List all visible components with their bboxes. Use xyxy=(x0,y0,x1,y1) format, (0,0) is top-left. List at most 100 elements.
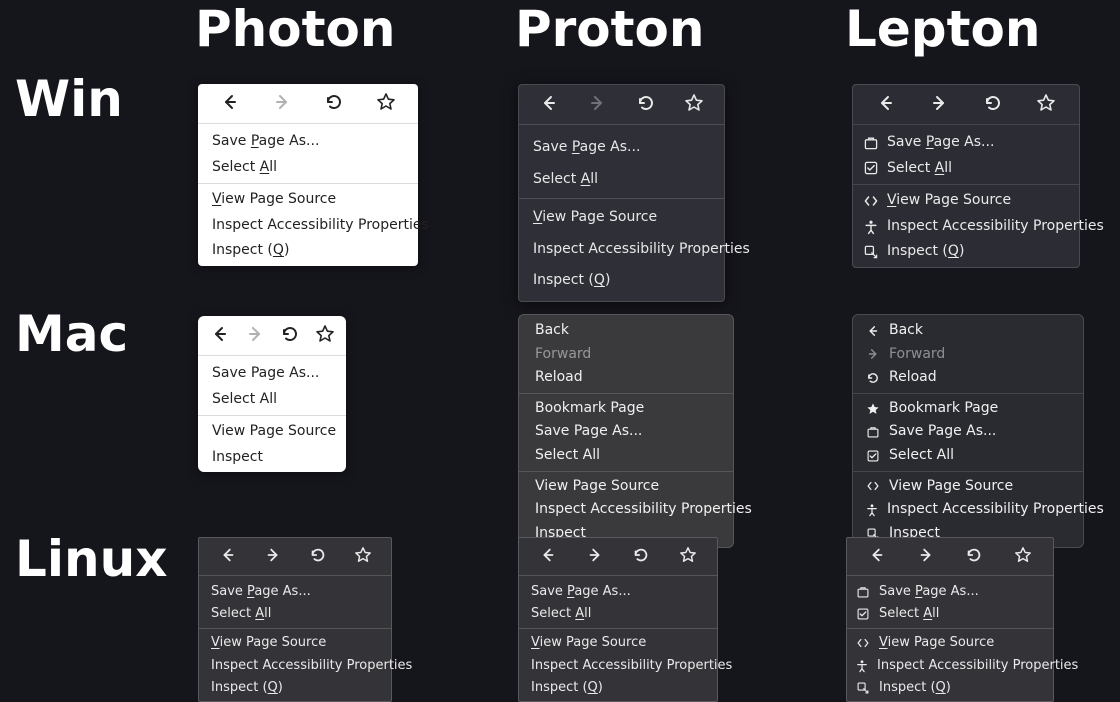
forward-icon[interactable] xyxy=(572,541,619,569)
menu-item-select-all[interactable]: Select All xyxy=(853,444,1083,468)
bookmark-icon[interactable] xyxy=(999,541,1048,569)
menu-item-select-all[interactable]: Select All xyxy=(847,603,1053,625)
back-icon[interactable] xyxy=(525,541,572,569)
menu-item-inspect-a11y[interactable]: Inspect Accessibility Properties xyxy=(519,234,724,266)
reload-icon[interactable] xyxy=(272,320,307,348)
forward-icon[interactable] xyxy=(913,89,967,117)
menu-item-view-source[interactable]: View Page Source xyxy=(519,202,724,234)
menu-item-view-source[interactable]: View Page Source xyxy=(199,632,391,654)
reload-icon[interactable] xyxy=(308,88,360,116)
menu-item-reload[interactable]: Reload xyxy=(519,366,733,390)
back-icon[interactable] xyxy=(202,320,237,348)
menu-item-save-page-as[interactable]: Save Page As... xyxy=(847,581,1053,603)
menu-item-label: Save Page As... xyxy=(889,422,996,442)
menu-item-label: Inspect Accessibility Properties xyxy=(212,216,429,236)
menu-photon-linux: Save Page As... Select All View Page Sou… xyxy=(198,537,392,702)
menu-item-save-page-as[interactable]: Save Page As... xyxy=(198,129,418,155)
menu-item-save-page-as[interactable]: Save Page As... xyxy=(198,361,346,387)
menu-item-save-page-as[interactable]: Save Page As... xyxy=(199,581,391,603)
menu-item-view-source[interactable]: View Page Source xyxy=(519,632,717,654)
menu-item-label: Inspect Accessibility Properties xyxy=(887,500,1104,520)
col-header-proton: Proton xyxy=(515,0,705,58)
menu-item-inspect-a11y[interactable]: Inspect Accessibility Properties xyxy=(198,213,418,239)
menu-item-view-source[interactable]: View Page Source xyxy=(853,188,1079,214)
reload-icon[interactable] xyxy=(966,89,1020,117)
bookmark-icon[interactable] xyxy=(307,320,342,348)
menu-item-save-page-as[interactable]: Save Page As... xyxy=(853,130,1079,156)
menu-item-select-all[interactable]: Select All xyxy=(198,387,346,413)
accessibility-icon xyxy=(863,219,879,235)
menu-item-label: Inspect Accessibility Properties xyxy=(533,240,750,260)
menu-item-inspect-a11y[interactable]: Inspect Accessibility Properties xyxy=(853,498,1083,522)
forward-icon[interactable] xyxy=(573,89,621,117)
menu-item-inspect-a11y[interactable]: Inspect Accessibility Properties xyxy=(519,655,717,677)
reload-icon[interactable] xyxy=(295,541,340,569)
menu-item-select-all[interactable]: Select All xyxy=(198,155,418,181)
menu-item-save-page-as[interactable]: Save Page As... xyxy=(853,420,1083,444)
bookmark-icon[interactable] xyxy=(665,541,712,569)
back-icon[interactable] xyxy=(853,541,902,569)
menu-item-forward[interactable]: Forward xyxy=(519,343,733,367)
menu-item-select-all[interactable]: Select All xyxy=(519,444,733,468)
menu-item-view-source[interactable]: View Page Source xyxy=(198,419,346,445)
menu-item-back[interactable]: Back xyxy=(853,319,1083,343)
menu-item-label: Inspect Accessibility Properties xyxy=(531,657,732,675)
menu-item-label: View Page Source xyxy=(887,191,1011,211)
bookmark-icon[interactable] xyxy=(670,89,718,117)
forward-icon[interactable] xyxy=(250,541,295,569)
menu-item-label: Inspect Accessibility Properties xyxy=(535,500,752,520)
forward-icon[interactable] xyxy=(902,541,951,569)
forward-icon[interactable] xyxy=(256,88,308,116)
menu-item-inspect[interactable]: Inspect (Q) xyxy=(853,239,1079,265)
menu-item-label: Save Page As... xyxy=(535,422,642,442)
menu-item-back[interactable]: Back xyxy=(519,319,733,343)
menu-item-label: Inspect Accessibility Properties xyxy=(877,657,1078,675)
menu-item-inspect[interactable]: Inspect (Q) xyxy=(198,238,418,264)
menu-item-inspect[interactable]: Inspect xyxy=(198,445,346,471)
menu-item-select-all[interactable]: Select All xyxy=(853,156,1079,182)
reload-icon[interactable] xyxy=(618,541,665,569)
back-icon[interactable] xyxy=(205,541,250,569)
menu-item-view-source[interactable]: View Page Source xyxy=(847,632,1053,654)
select-all-icon xyxy=(855,607,871,621)
menu-item-inspect-a11y[interactable]: Inspect Accessibility Properties xyxy=(847,655,1053,677)
back-icon[interactable] xyxy=(204,88,256,116)
back-icon[interactable] xyxy=(525,89,573,117)
bookmark-icon[interactable] xyxy=(360,88,412,116)
menu-item-reload[interactable]: Reload xyxy=(853,366,1083,390)
bookmark-icon[interactable] xyxy=(1020,89,1074,117)
forward-icon[interactable] xyxy=(237,320,272,348)
menu-item-view-source[interactable]: View Page Source xyxy=(198,187,418,213)
menu-item-bookmark-page[interactable]: Bookmark Page xyxy=(853,397,1083,421)
menu-item-label: Inspect (Q) xyxy=(211,679,283,697)
menu-item-forward[interactable]: Forward xyxy=(853,343,1083,367)
reload-icon[interactable] xyxy=(622,89,670,117)
reload-icon[interactable] xyxy=(950,541,999,569)
back-icon[interactable] xyxy=(859,89,913,117)
menu-item-view-source[interactable]: View Page Source xyxy=(519,475,733,499)
accessibility-icon xyxy=(865,503,879,517)
bookmark-icon[interactable] xyxy=(340,541,385,569)
menu-item-inspect[interactable]: Inspect (Q) xyxy=(199,677,391,699)
menu-item-inspect[interactable]: Inspect (Q) xyxy=(519,265,724,297)
menu-item-select-all[interactable]: Select All xyxy=(519,603,717,625)
menu-item-inspect-a11y[interactable]: Inspect Accessibility Properties xyxy=(853,214,1079,240)
menu-item-inspect-a11y[interactable]: Inspect Accessibility Properties xyxy=(199,655,391,677)
menu-proton-linux: Save Page As... Select All View Page Sou… xyxy=(518,537,718,702)
col-header-photon: Photon xyxy=(195,0,395,58)
menu-item-select-all[interactable]: Select All xyxy=(199,603,391,625)
menu-item-inspect[interactable]: Inspect (Q) xyxy=(847,677,1053,699)
menu-item-label: Save Page As... xyxy=(531,583,631,601)
menu-item-save-page-as[interactable]: Save Page As... xyxy=(519,581,717,603)
menu-item-save-page-as[interactable]: Save Page As... xyxy=(519,132,724,164)
menu-item-label: Select All xyxy=(533,170,598,190)
menu-item-bookmark-page[interactable]: Bookmark Page xyxy=(519,397,733,421)
menu-item-save-page-as[interactable]: Save Page As... xyxy=(519,420,733,444)
menu-item-select-all[interactable]: Select All xyxy=(519,164,724,196)
star-icon xyxy=(865,402,881,416)
menu-item-inspect[interactable]: Inspect (Q) xyxy=(519,677,717,699)
menu-item-view-source[interactable]: View Page Source xyxy=(853,475,1083,499)
reload-icon xyxy=(865,371,881,385)
menu-item-inspect-a11y[interactable]: Inspect Accessibility Properties xyxy=(519,498,733,522)
code-icon xyxy=(863,193,879,209)
